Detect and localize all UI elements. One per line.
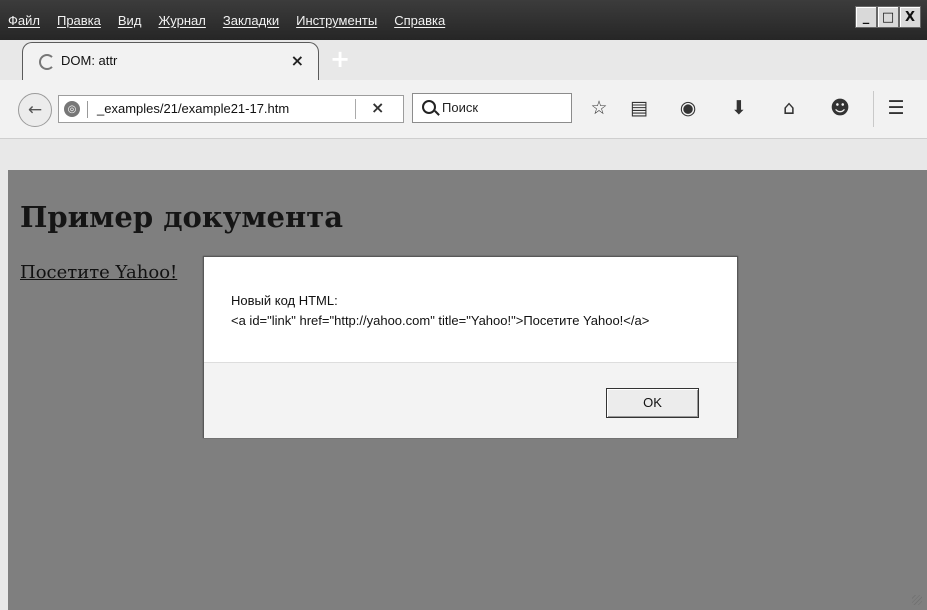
download-icon[interactable]: ⬇ (727, 96, 751, 120)
menu-view[interactable]: Вид (118, 13, 142, 28)
dialog-footer: OK (204, 362, 737, 438)
window-controls: _ □ X (855, 6, 921, 28)
menu-file[interactable]: Файл (8, 13, 40, 28)
home-icon[interactable]: ⌂ (777, 96, 801, 120)
yahoo-link[interactable]: Посетите Yahoo! (20, 262, 177, 283)
smile-icon[interactable]: ☻ (828, 96, 852, 120)
stop-icon[interactable]: × (371, 98, 384, 117)
navigation-toolbar: ← ◎ _examples/21/example21-17.htm × Поис… (0, 80, 927, 139)
search-icon (422, 100, 436, 114)
toolbar-separator (873, 91, 874, 127)
menu-help[interactable]: Справка (394, 13, 445, 28)
back-button[interactable]: ← (18, 93, 52, 127)
menu-edit[interactable]: Правка (57, 13, 101, 28)
new-tab-button[interactable]: + (327, 45, 353, 73)
reading-list-icon[interactable]: ▤ (627, 96, 651, 120)
star-icon[interactable]: ☆ (587, 96, 611, 120)
alert-dialog: Новый код HTML: <a id="link" href="http:… (203, 256, 738, 438)
menu-bookmarks[interactable]: Закладки (223, 13, 279, 28)
pocket-icon[interactable]: ◉ (676, 96, 700, 120)
close-window-button[interactable]: X (899, 6, 921, 28)
back-arrow-icon: ← (27, 100, 43, 120)
title-bar: Файл Правка Вид Журнал Закладки Инструме… (0, 0, 927, 40)
dialog-line-2: <a id="link" href="http://yahoo.com" tit… (231, 313, 650, 328)
url-divider (355, 99, 356, 119)
page-title: Пример документа (20, 200, 343, 234)
tab-close-icon[interactable]: × (291, 51, 304, 70)
loading-spinner-icon (39, 54, 55, 70)
url-separator (87, 101, 88, 118)
ok-button[interactable]: OK (606, 388, 699, 418)
menu-history[interactable]: Журнал (158, 13, 205, 28)
search-placeholder: Поиск (442, 100, 479, 115)
dialog-message-area: Новый код HTML: <a id="link" href="http:… (204, 257, 737, 362)
resize-grip-icon[interactable] (912, 595, 922, 605)
browser-tab[interactable]: DOM: attr × (22, 42, 319, 81)
tab-title: DOM: attr (61, 53, 118, 68)
menu-bar: Файл Правка Вид Журнал Закладки Инструме… (8, 13, 462, 28)
minimize-button[interactable]: _ (855, 6, 877, 28)
address-bar[interactable]: ◎ _examples/21/example21-17.htm × (58, 95, 404, 123)
search-box[interactable]: Поиск (412, 93, 572, 123)
url-text[interactable]: _examples/21/example21-17.htm (97, 101, 289, 116)
maximize-button[interactable]: □ (877, 6, 899, 28)
menu-icon[interactable]: ☰ (884, 96, 908, 120)
globe-icon: ◎ (64, 101, 80, 117)
dialog-line-1: Новый код HTML: (231, 293, 338, 308)
menu-tools[interactable]: Инструменты (296, 13, 377, 28)
